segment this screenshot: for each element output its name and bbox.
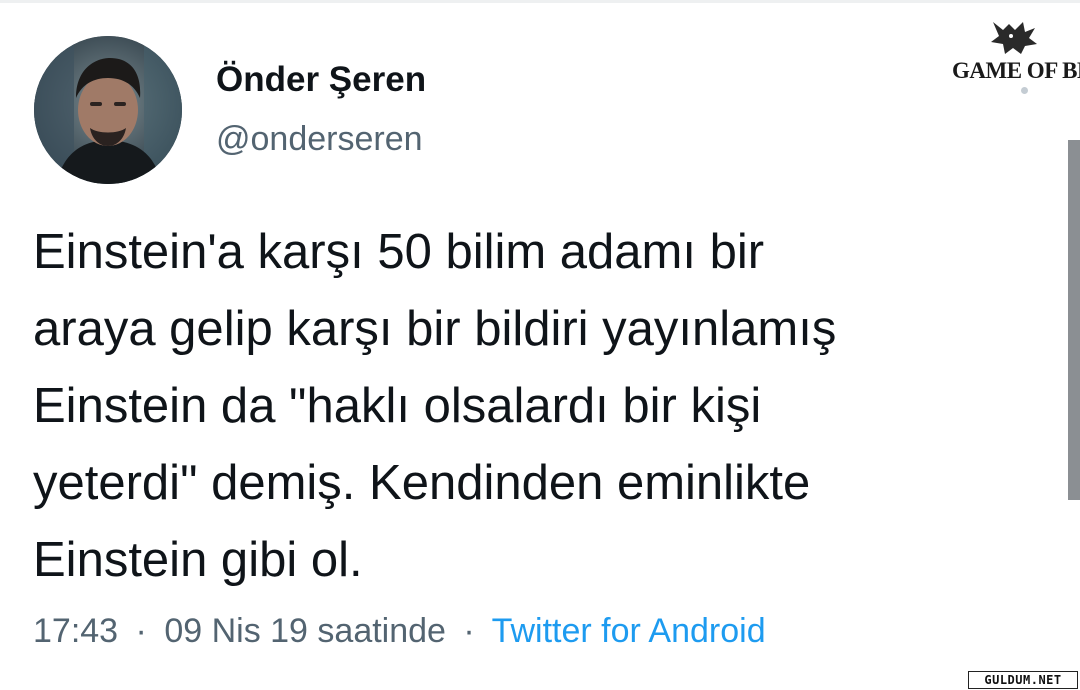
tweet-line: Einstein'a karşı 50 bilim adamı bir [33, 225, 765, 279]
tweet-line: Einstein da "haklı olsalardı bir kişi [33, 379, 762, 433]
user-handle[interactable]: @onderseren [216, 120, 423, 159]
person-photo-icon [34, 36, 182, 184]
avatar[interactable] [34, 36, 182, 184]
tweet-time[interactable]: 17:43 [33, 612, 118, 650]
tweet-line: yeterdi" demiş. Kendinden eminlikte [33, 456, 811, 510]
meta-separator: · [463, 612, 475, 650]
watermark-text: GAME OF BET [952, 58, 1080, 83]
tweet-line: Einstein gibi ol. [33, 533, 363, 587]
game-of-bet-watermark: GAME OF BET [950, 18, 1080, 98]
tweet-date[interactable]: 09 Nis 19 saatinde [164, 612, 446, 650]
wolf-head-icon [991, 22, 1037, 54]
display-name[interactable]: Önder Şeren [216, 60, 426, 100]
scrollbar[interactable] [1068, 140, 1080, 500]
watermark-dot [1021, 87, 1028, 94]
top-divider [0, 0, 1080, 3]
tweet-text: Einstein'a karşı 50 bilim adamı bir aray… [33, 214, 1053, 599]
tweet-line: araya gelip karşı bir bildiri yayınlamış [33, 302, 837, 356]
tweet-meta: 17:43 · 09 Nis 19 saatinde · Twitter for… [33, 612, 766, 651]
guldum-watermark: GULDUM.NET [968, 671, 1078, 689]
tweet-source-link[interactable]: Twitter for Android [492, 612, 766, 650]
meta-separator: · [135, 612, 147, 650]
